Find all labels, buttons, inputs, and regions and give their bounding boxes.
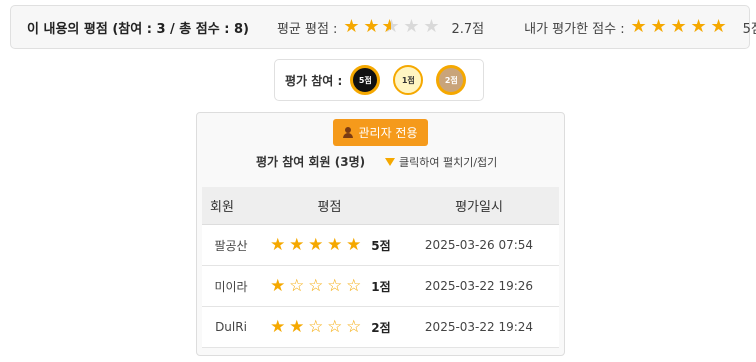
row-score: 1점: [371, 279, 391, 294]
star-icon: ★: [670, 16, 687, 37]
star-icon: ★: [327, 234, 343, 255]
star-icon: ★: [270, 316, 286, 337]
member-name: DulRi: [215, 320, 247, 334]
star-icon: ★: [690, 16, 707, 37]
row-score: 5점: [371, 238, 391, 253]
row-score: 2점: [371, 320, 391, 335]
raters-title: 평가 참여 회원 (3명): [256, 155, 366, 169]
average-rating-label: 평균 평점 :: [276, 21, 338, 37]
star-icon: ★: [650, 16, 667, 37]
star-icon: ☆: [327, 275, 343, 296]
star-icon: ☆: [308, 275, 324, 296]
star-icon: ☆: [346, 316, 362, 337]
rating-summary-bar: 이 내용의 평점 (참여 : 3 / 총 점수 : 8) 평균 평점 : ★ ★ ★…: [10, 5, 756, 49]
star-icon: ☆: [346, 275, 362, 296]
admin-only-button[interactable]: 관리자 전용: [333, 119, 428, 146]
star-icon: ★: [710, 16, 727, 37]
column-header-member: 회원: [210, 200, 234, 215]
row-rating: ★ ★ ★ ★ ★ 5점: [260, 234, 399, 255]
admin-only-label: 관리자 전용: [358, 126, 418, 140]
star-icon: ☆: [327, 316, 343, 337]
member-name: 팔공산: [214, 238, 248, 253]
rating-date: 2025-03-22 19:26: [424, 279, 534, 293]
toggle-label: 클릭하여 펼치기/접기: [399, 156, 498, 169]
table-row: 팔공산 ★ ★ ★ ★ ★ 5점 2025-03-26 07:54: [202, 225, 559, 266]
star-icon: ★: [343, 16, 360, 37]
rating-date: 2025-03-26 07:54: [424, 238, 534, 252]
my-rating-score: 5점: [742, 21, 756, 37]
star-icon: ★: [270, 234, 286, 255]
table-row: DulRi ★ ★ ☆ ☆ ☆ 2점 2025-03-22 19:24: [202, 307, 559, 348]
star-icon: ★: [270, 275, 286, 296]
star-icon: ★ ★: [381, 16, 400, 37]
star-icon: ☆: [308, 316, 324, 337]
star-icon: ★: [289, 234, 305, 255]
participant-avatar[interactable]: 1점: [393, 65, 424, 95]
star-icon: ★: [363, 16, 380, 37]
star-icon: ★: [403, 16, 420, 37]
raters-table: 회원 평점 평가일시 팔공산 ★ ★ ★ ★ ★ 5점 2025-03-26 07:54 미이라…: [202, 187, 559, 348]
column-header-date: 평가일시: [455, 200, 503, 215]
participants-box: 평가 참여 : 5점 1점 2점: [274, 59, 484, 101]
my-rating-stars[interactable]: ★ ★ ★ ★ ★: [629, 18, 729, 36]
star-icon: ★: [308, 234, 324, 255]
star-icon: ★: [289, 316, 305, 337]
star-icon: ★: [346, 234, 362, 255]
row-rating: ★ ☆ ☆ ☆ ☆ 1점: [260, 275, 399, 296]
star-icon: ★: [423, 16, 440, 37]
average-rating-stars: ★ ★ ★ ★ ★ ★: [341, 18, 441, 36]
table-row: 미이라 ★ ☆ ☆ ☆ ☆ 1점 2025-03-22 19:26: [202, 266, 559, 307]
member-name: 미이라: [214, 279, 248, 294]
table-header: 회원 평점 평가일시: [202, 187, 559, 225]
my-rating-label: 내가 평가한 점수 :: [524, 21, 625, 37]
person-icon: [343, 127, 354, 138]
rating-date: 2025-03-22 19:24: [424, 320, 534, 334]
star-icon: ☆: [289, 275, 305, 296]
participant-avatar[interactable]: 5점: [350, 65, 381, 95]
row-rating: ★ ★ ☆ ☆ ☆ 2점: [260, 316, 399, 337]
expand-collapse-toggle[interactable]: 클릭하여 펼치기/접기: [385, 154, 497, 170]
raters-panel: 관리자 전용 평가 참여 회원 (3명) 클릭하여 펼치기/접기 회원 평점 평…: [196, 112, 565, 356]
participants-label: 평가 참여 :: [285, 73, 343, 88]
rating-summary-title: 이 내용의 평점 (참여 : 3 / 총 점수 : 8): [27, 21, 249, 37]
average-rating-score: 2.7점: [451, 21, 485, 37]
participant-avatar[interactable]: 2점: [436, 65, 467, 95]
star-icon: ★: [630, 16, 647, 37]
triangle-down-icon: [385, 158, 395, 166]
column-header-rating: 평점: [317, 200, 342, 215]
